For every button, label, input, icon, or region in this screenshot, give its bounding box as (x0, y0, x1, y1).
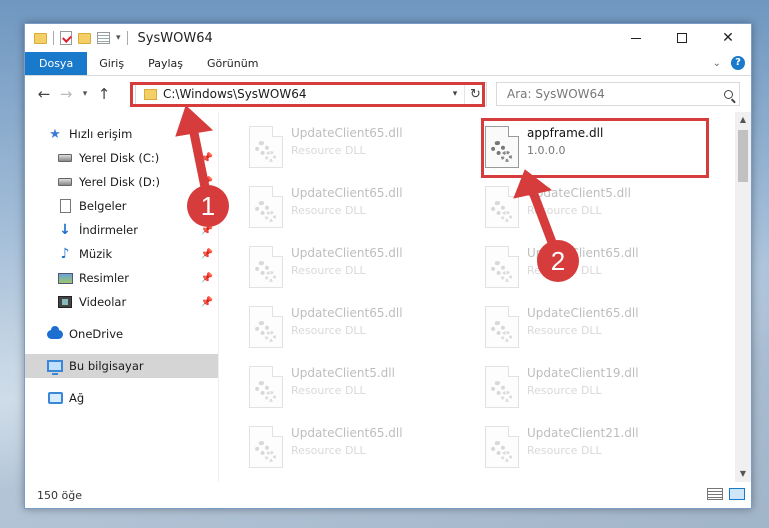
step-1-badge: 1 (187, 185, 229, 227)
annotation-arrows (175, 105, 558, 247)
step-2-badge: 2 (537, 240, 579, 282)
arrow-to-address-bar (188, 127, 211, 193)
arrow-to-appframe (528, 190, 558, 247)
arrow-head-icon (175, 105, 214, 137)
arrow-head-icon (513, 169, 553, 199)
